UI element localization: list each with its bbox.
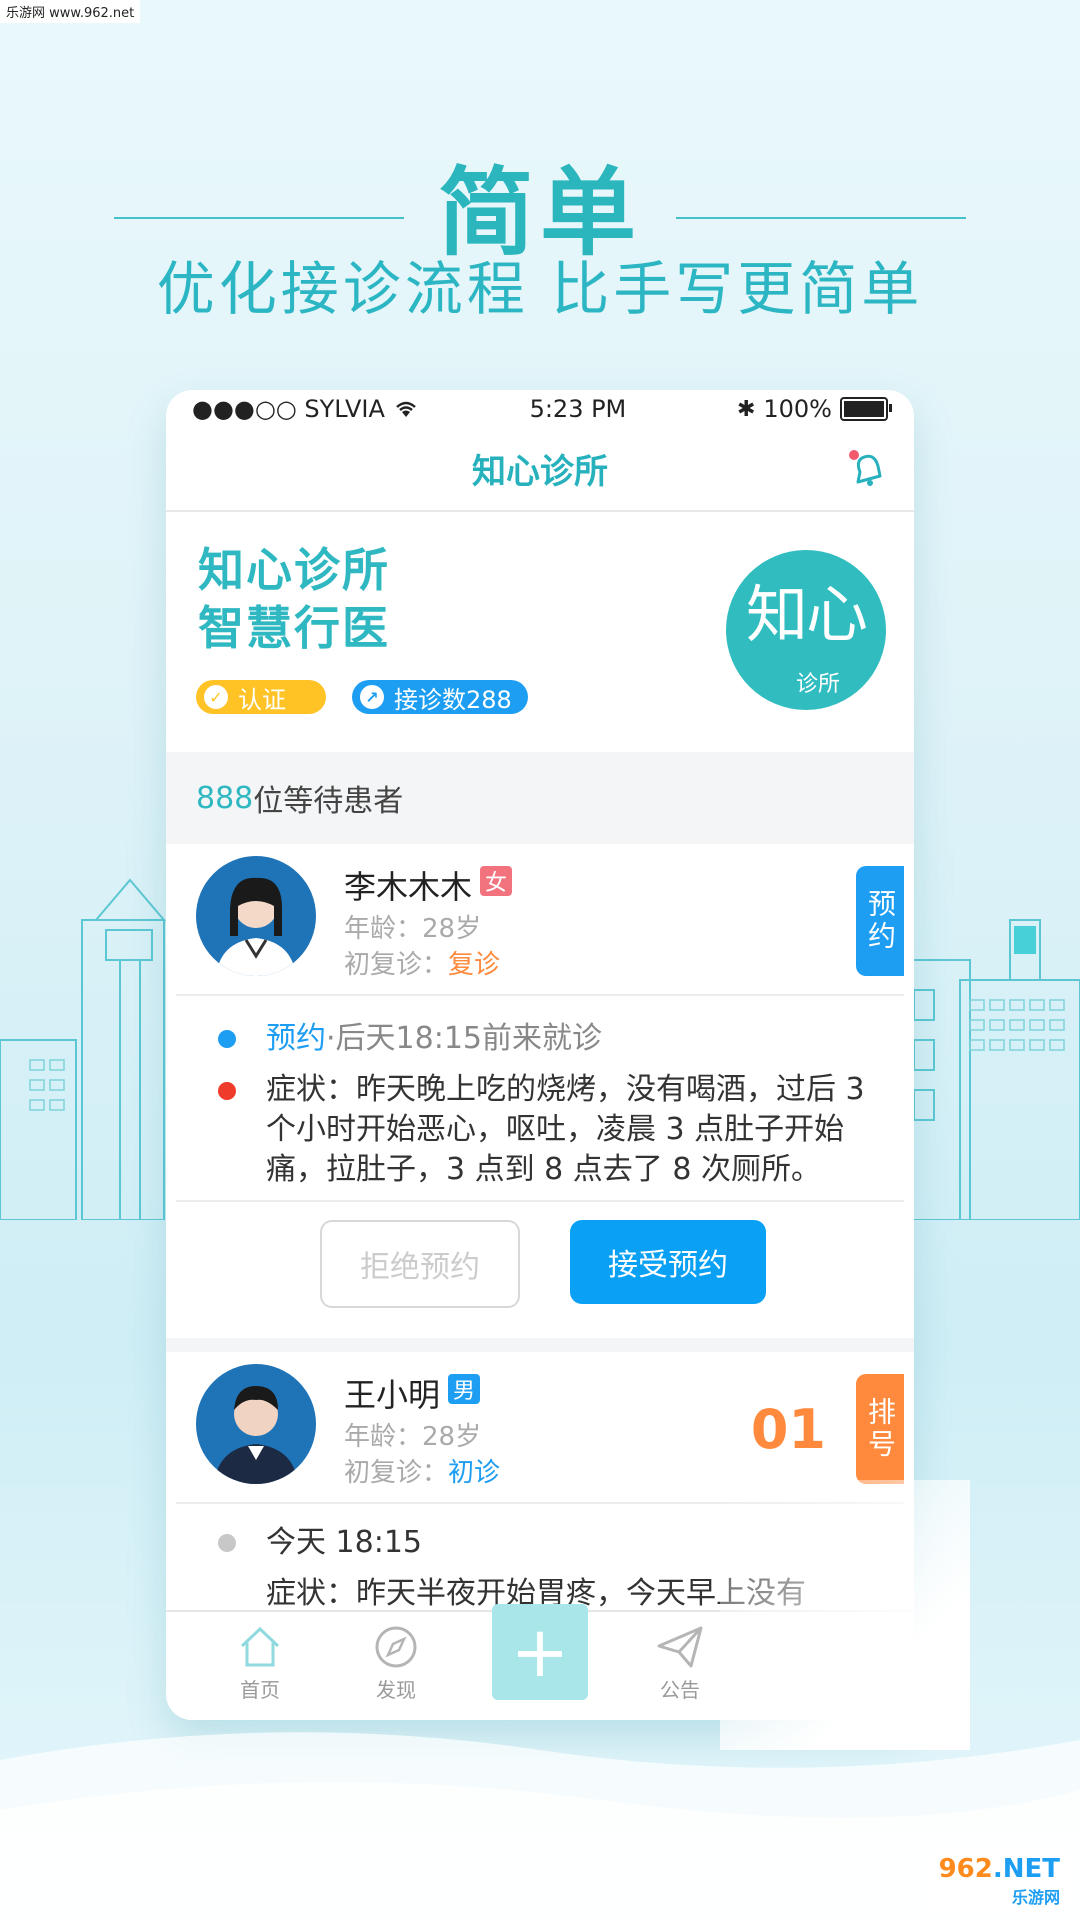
appointment-actions: 拒绝预约 接受预约 bbox=[176, 1200, 904, 1338]
clinic-profile: 知心诊所 智慧行医 ✓ 认证 ↗ 接诊数288 知心 诊所 bbox=[166, 512, 914, 752]
battery-percent: 100% bbox=[763, 395, 832, 423]
gender-badge: 男 bbox=[448, 1374, 480, 1404]
clock-icon bbox=[218, 1534, 236, 1552]
status-bar: ●●●○○ SYLVIA 5:23 PM ✱ 100% bbox=[166, 390, 914, 428]
queue-tag: 排号 bbox=[856, 1374, 904, 1484]
watermark-bottom: 962.NET 乐游网 bbox=[930, 1850, 1068, 1912]
reject-appointment-button[interactable]: 拒绝预约 bbox=[320, 1220, 520, 1308]
patient-visit-type: 初复诊：复诊 bbox=[344, 944, 500, 981]
symptom-text: 症状：昨天晚上吃的烧烤，没有喝酒，过后 3 个小时开始恶心，呕吐，凌晨 3 点肚… bbox=[218, 1070, 878, 1190]
wifi-icon bbox=[396, 401, 416, 417]
watermark-net: .NET bbox=[992, 1854, 1060, 1884]
certified-label: 认证 bbox=[238, 685, 286, 714]
carrier-label: ●●●○○ SYLVIA bbox=[192, 395, 385, 423]
appointment-tag: 预约 bbox=[856, 866, 904, 976]
tab-discover[interactable]: 发现 bbox=[346, 1624, 446, 1703]
avatar bbox=[196, 856, 316, 976]
clock-icon bbox=[218, 1030, 236, 1048]
check-icon: ✓ bbox=[204, 685, 228, 709]
watermark-num: 962 bbox=[938, 1854, 993, 1884]
visit-type-value: 复诊 bbox=[448, 950, 501, 980]
watermark-top: 乐游网 www.962.net bbox=[0, 0, 141, 23]
avatar bbox=[196, 1364, 316, 1484]
waiting-number: 888 bbox=[196, 780, 254, 816]
battery-fill bbox=[844, 401, 884, 417]
waiting-count: 888 位等待患者 bbox=[166, 752, 914, 844]
bell-icon[interactable] bbox=[844, 446, 888, 490]
symptom-content: 症状：昨天晚上吃的烧烤，没有喝酒，过后 3 个小时开始恶心，呕吐，凌晨 3 点肚… bbox=[266, 1072, 865, 1187]
clinic-logo: 知心 诊所 bbox=[726, 550, 886, 710]
patient-age: 年龄：28岁 bbox=[344, 1422, 482, 1452]
send-icon bbox=[657, 1626, 703, 1668]
hero-subtitle: 优化接诊流程 比手写更简单 bbox=[156, 255, 924, 323]
waiting-label: 位等待患者 bbox=[253, 784, 404, 819]
divider bbox=[166, 1338, 914, 1352]
patient-card[interactable]: 李木木木 女 年龄：28岁 初复诊：复诊 预约 预约·后天18:15前来就诊 症… bbox=[176, 844, 904, 1338]
visit-type-label: 初复诊： bbox=[344, 1458, 449, 1488]
certified-badge: ✓ 认证 bbox=[196, 680, 326, 714]
home-icon bbox=[240, 1626, 280, 1667]
patient-header: 李木木木 女 年龄：28岁 初复诊：复诊 预约 bbox=[176, 844, 904, 996]
appointment-time: ·后天18:15前来就诊 bbox=[326, 1021, 602, 1056]
clinic-name: 知心诊所 bbox=[198, 543, 390, 597]
nav-bar: 知心诊所 bbox=[166, 428, 914, 512]
patient-visit-type: 初复诊：初诊 bbox=[344, 1452, 500, 1489]
patient-name: 王小明 bbox=[344, 1376, 441, 1414]
visit-type-value: 初诊 bbox=[448, 1458, 501, 1488]
patient-name: 李木木木 bbox=[344, 868, 473, 906]
symptom-dot-icon bbox=[218, 1082, 236, 1100]
tab-notice[interactable]: 公告 bbox=[630, 1624, 730, 1703]
consult-count-badge: ↗ 接诊数288 bbox=[352, 680, 528, 714]
add-button[interactable]: + bbox=[492, 1604, 588, 1700]
bottom-wave-decoration bbox=[0, 1732, 1080, 1920]
watermark-site: 乐游网 bbox=[1011, 1888, 1060, 1907]
appointment-info: 预约·后天18:15前来就诊 bbox=[218, 1014, 878, 1064]
trend-icon: ↗ bbox=[360, 685, 384, 709]
nav-title: 知心诊所 bbox=[472, 452, 608, 492]
tab-home-label: 首页 bbox=[240, 1678, 280, 1702]
clinic-slogan: 智慧行医 bbox=[198, 601, 390, 655]
logo-main-text: 知心 bbox=[745, 578, 868, 651]
logo-sub-text: 诊所 bbox=[796, 672, 841, 697]
visit-type-label: 初复诊： bbox=[344, 950, 449, 980]
tab-discover-label: 发现 bbox=[376, 1678, 416, 1702]
compass-icon bbox=[375, 1626, 417, 1668]
tab-home[interactable]: 首页 bbox=[210, 1624, 310, 1703]
consult-count-label: 接诊数288 bbox=[394, 685, 512, 714]
gender-badge: 女 bbox=[480, 866, 512, 896]
accept-appointment-button[interactable]: 接受预约 bbox=[570, 1220, 766, 1304]
clock: 5:23 PM bbox=[529, 395, 627, 423]
bluetooth-icon: ✱ bbox=[736, 396, 756, 422]
queue-number: 01 bbox=[750, 1398, 826, 1461]
appointment-keyword: 预约 bbox=[266, 1021, 326, 1056]
visit-time-text: 今天 18:15 bbox=[266, 1525, 422, 1560]
tab-notice-label: 公告 bbox=[660, 1678, 700, 1702]
patient-age: 年龄：28岁 bbox=[344, 914, 482, 944]
battery-icon bbox=[840, 397, 892, 421]
patient-detail: 预约·后天18:15前来就诊 症状：昨天晚上吃的烧烤，没有喝酒，过后 3 个小时… bbox=[176, 996, 904, 1200]
